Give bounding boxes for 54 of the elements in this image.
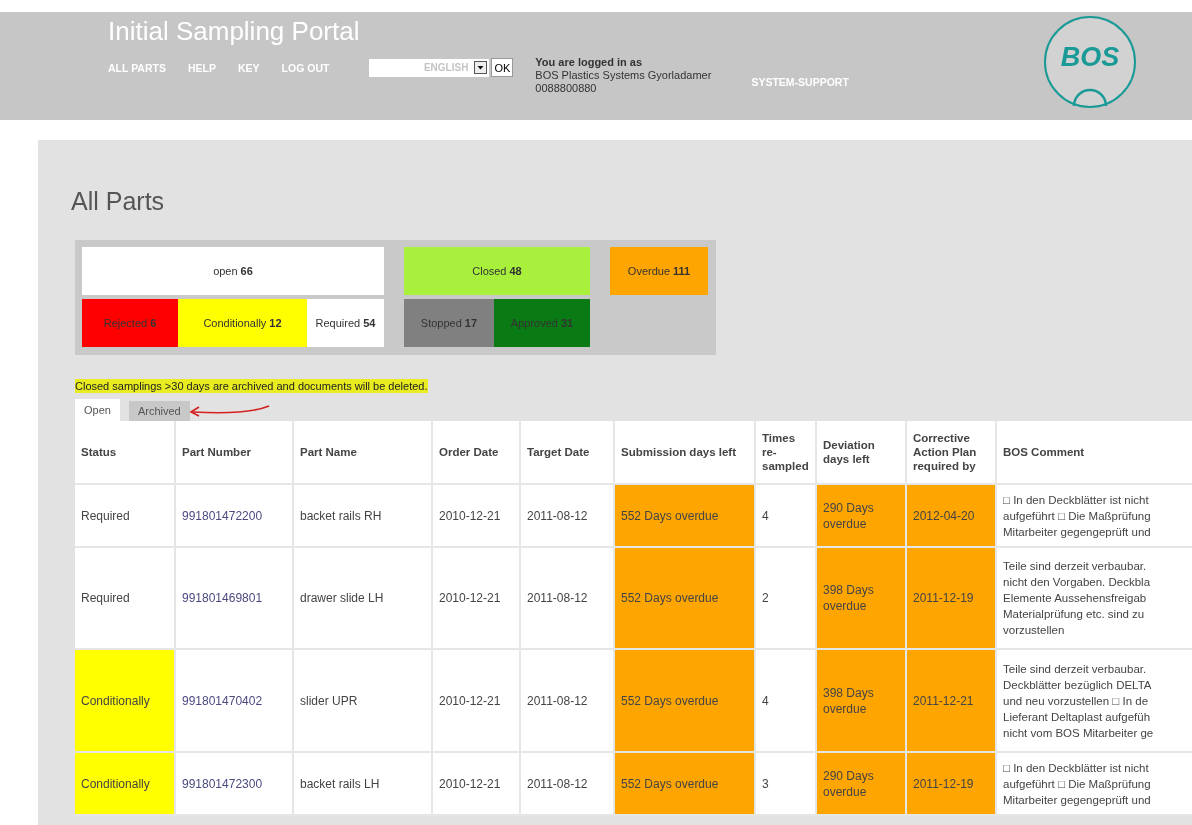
status-cell: Required [75,484,175,547]
column-header: Order Date [432,421,520,484]
table-cell: 2010-12-21 [432,752,520,815]
overdue-cell: 290 Days overdue [816,484,906,547]
table-cell: backet rails LH [293,752,432,815]
overdue-cell: 552 Days overdue [614,649,755,752]
overdue-cell: 398 Days overdue [816,649,906,752]
comment-cell: Teile sind derzeit verbaubar. Deckblätter bezüglich DELTA und neu vorzustellen □ In de Lieferant Deltaplast aufgefüh nicht vom BOS Mitarbeiter ge [996,649,1192,752]
summary-tile[interactable]: Closed 48 [404,247,590,295]
login-heading: You are logged in as [535,56,644,69]
table-cell: 2010-12-21 [432,649,520,752]
overdue-cell: 552 Days overdue [614,752,755,815]
comment-cell: Teile sind derzeit verbaubar. nicht den Vorgaben. Deckbla Elemente Aussehensfreigab Materialprüfung etc. sind zu vorzustellen [996,547,1192,649]
table-cell: 2010-12-21 [432,484,520,547]
tab[interactable]: Archived [128,401,190,421]
comment-cell: □ In den Deckblätter ist nicht aufgeführt □ Die Maßprüfung Mitarbeiter gegengeprüft und [996,484,1192,547]
part-number-link[interactable]: 991801469801 [175,547,293,649]
account-number: 0088800880 [535,82,598,95]
overdue-cell: 2012-04-20 [906,484,996,547]
overdue-cell: 552 Days overdue [614,484,755,547]
status-cell: Conditionally [75,649,175,752]
summary-tile[interactable]: open 66 [82,247,384,295]
table-cell: backet rails RH [293,484,432,547]
table-cell: slider UPR [293,649,432,752]
summary-tile[interactable]: Required 54 [307,299,384,347]
part-number-link[interactable]: 991801470402 [175,649,293,752]
part-number-link[interactable]: 991801472300 [175,752,293,815]
page-title: All Parts [71,187,166,216]
ok-button[interactable]: OK [491,58,514,77]
column-header: Target Date [520,421,614,484]
comment-cell: □ In den Deckblätter ist nicht aufgeführt □ Die Maßprüfung Mitarbeiter gegengeprüft und [996,752,1192,815]
table-cell: 2010-12-21 [432,547,520,649]
overdue-cell: 2011-12-19 [906,547,996,649]
overdue-cell: 552 Days overdue [614,547,755,649]
tab[interactable]: Open [75,399,120,421]
portal-title: Initial Sampling Portal [108,15,361,46]
archive-notice: Closed samplings >30 days are archived and documents will be deleted. [75,379,428,393]
column-header: Times re-sampled [755,421,816,484]
summary-tile[interactable]: Conditionally 12 [178,299,307,347]
part-number-link[interactable]: 991801472200 [175,484,293,547]
company-logo: BOS [1044,16,1136,108]
table-cell: drawer slide LH [293,547,432,649]
overdue-cell: 2011-12-19 [906,752,996,815]
dropdown-icon[interactable] [474,61,488,74]
overdue-cell: 398 Days overdue [816,547,906,649]
overdue-cell: 290 Days overdue [816,752,906,815]
status-cell: Conditionally [75,752,175,815]
overdue-cell: 2011-12-21 [906,649,996,752]
column-header: BOS Comment [996,421,1192,484]
column-header: Part Number [175,421,293,484]
summary-tile[interactable]: Overdue 111 [610,247,708,295]
status-cell: Required [75,547,175,649]
company-name: BOS Plastics Systems Gyorladamer [535,69,712,82]
column-header: Part Name [293,421,432,484]
